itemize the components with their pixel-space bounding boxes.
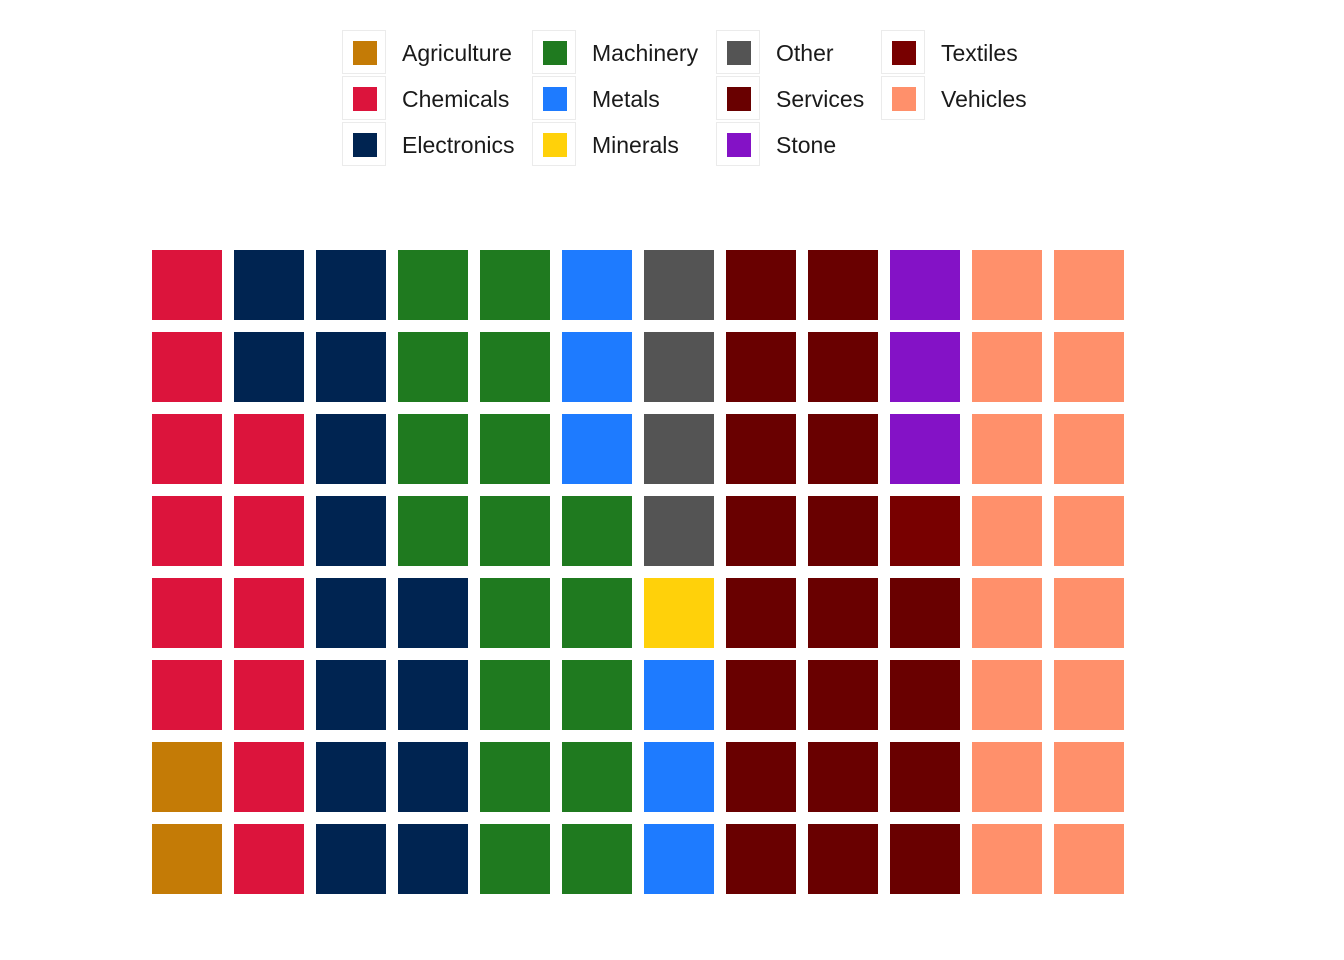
- waffle-tile-vehicles: [1054, 496, 1124, 566]
- waffle-tile-machinery: [480, 250, 550, 320]
- waffle-tile-vehicles: [972, 578, 1042, 648]
- waffle-tile-vehicles: [972, 414, 1042, 484]
- waffle-tile-machinery: [480, 742, 550, 812]
- waffle-tile-services: [808, 660, 878, 730]
- waffle-tile-electronics: [234, 250, 304, 320]
- waffle-tile-electronics: [316, 824, 386, 894]
- waffle-tile-vehicles: [972, 742, 1042, 812]
- waffle-tile-vehicles: [1054, 742, 1124, 812]
- waffle-tile-services: [808, 496, 878, 566]
- waffle-tile-vehicles: [972, 332, 1042, 402]
- waffle-tile-machinery: [480, 414, 550, 484]
- waffle-tile-services: [726, 332, 796, 402]
- waffle-tile-machinery: [480, 332, 550, 402]
- waffle-tile-metals: [562, 414, 632, 484]
- waffle-tile-machinery: [480, 824, 550, 894]
- waffle-tile-vehicles: [1054, 332, 1124, 402]
- waffle-tile-chemicals: [152, 496, 222, 566]
- waffle-chart: [152, 250, 1124, 894]
- waffle-tile-textiles: [890, 496, 960, 566]
- waffle-tile-machinery: [562, 496, 632, 566]
- waffle-tile-services: [808, 578, 878, 648]
- waffle-tile-chemicals: [152, 578, 222, 648]
- waffle-tile-machinery: [562, 824, 632, 894]
- waffle-tile-chemicals: [152, 250, 222, 320]
- waffle-tile-services: [808, 250, 878, 320]
- waffle-tile-other: [644, 332, 714, 402]
- waffle-tile-chemicals: [234, 578, 304, 648]
- waffle-tile-electronics: [316, 332, 386, 402]
- waffle-tile-machinery: [480, 496, 550, 566]
- waffle-tile-other: [644, 250, 714, 320]
- waffle-tile-electronics: [398, 824, 468, 894]
- waffle-tile-services: [726, 824, 796, 894]
- waffle-tile-services: [890, 742, 960, 812]
- waffle-tile-other: [644, 496, 714, 566]
- waffle-tile-vehicles: [972, 660, 1042, 730]
- waffle-tile-services: [890, 660, 960, 730]
- waffle-tile-chemicals: [234, 824, 304, 894]
- waffle-tile-services: [808, 742, 878, 812]
- waffle-tile-chemicals: [234, 496, 304, 566]
- waffle-tile-services: [808, 332, 878, 402]
- waffle-tile-services: [726, 578, 796, 648]
- waffle-tile-machinery: [398, 332, 468, 402]
- waffle-tile-services: [808, 414, 878, 484]
- waffle-tile-stone: [890, 250, 960, 320]
- waffle-tile-services: [726, 250, 796, 320]
- waffle-tile-other: [644, 414, 714, 484]
- waffle-tile-machinery: [562, 742, 632, 812]
- waffle-tile-stone: [890, 332, 960, 402]
- waffle-tile-services: [726, 496, 796, 566]
- waffle-tile-vehicles: [1054, 250, 1124, 320]
- waffle-tile-stone: [890, 414, 960, 484]
- waffle-tile-electronics: [234, 332, 304, 402]
- waffle-tile-electronics: [316, 250, 386, 320]
- waffle-tile-machinery: [562, 578, 632, 648]
- waffle-tile-metals: [644, 660, 714, 730]
- waffle-tile-machinery: [398, 250, 468, 320]
- waffle-tile-metals: [562, 250, 632, 320]
- waffle-tile-chemicals: [152, 332, 222, 402]
- waffle-tile-chemicals: [234, 414, 304, 484]
- waffle-tile-machinery: [480, 578, 550, 648]
- waffle-tile-vehicles: [972, 496, 1042, 566]
- waffle-tile-services: [726, 742, 796, 812]
- waffle-tile-vehicles: [972, 250, 1042, 320]
- waffle-tile-electronics: [316, 742, 386, 812]
- waffle-tile-services: [726, 414, 796, 484]
- waffle-tile-metals: [562, 332, 632, 402]
- waffle-tile-services: [890, 824, 960, 894]
- waffle-tile-electronics: [316, 660, 386, 730]
- waffle-tile-services: [726, 660, 796, 730]
- waffle-tile-vehicles: [1054, 578, 1124, 648]
- waffle-tile-machinery: [398, 414, 468, 484]
- waffle-tile-electronics: [398, 742, 468, 812]
- waffle-tile-chemicals: [234, 742, 304, 812]
- waffle-tile-machinery: [480, 660, 550, 730]
- waffle-tile-agriculture: [152, 742, 222, 812]
- waffle-tile-chemicals: [152, 414, 222, 484]
- waffle-tile-machinery: [398, 496, 468, 566]
- waffle-tile-agriculture: [152, 824, 222, 894]
- waffle-tile-vehicles: [972, 824, 1042, 894]
- waffle-tile-electronics: [316, 414, 386, 484]
- waffle-tile-services: [808, 824, 878, 894]
- waffle-tile-chemicals: [234, 660, 304, 730]
- waffle-tile-metals: [644, 742, 714, 812]
- waffle-tile-vehicles: [1054, 824, 1124, 894]
- waffle-tile-minerals: [644, 578, 714, 648]
- waffle-tile-vehicles: [1054, 660, 1124, 730]
- waffle-tile-services: [890, 578, 960, 648]
- waffle-tile-chemicals: [152, 660, 222, 730]
- waffle-tile-machinery: [562, 660, 632, 730]
- waffle-tile-electronics: [398, 578, 468, 648]
- waffle-tile-electronics: [398, 660, 468, 730]
- waffle-tile-electronics: [316, 578, 386, 648]
- waffle-tile-electronics: [316, 496, 386, 566]
- waffle-tile-metals: [644, 824, 714, 894]
- waffle-tile-vehicles: [1054, 414, 1124, 484]
